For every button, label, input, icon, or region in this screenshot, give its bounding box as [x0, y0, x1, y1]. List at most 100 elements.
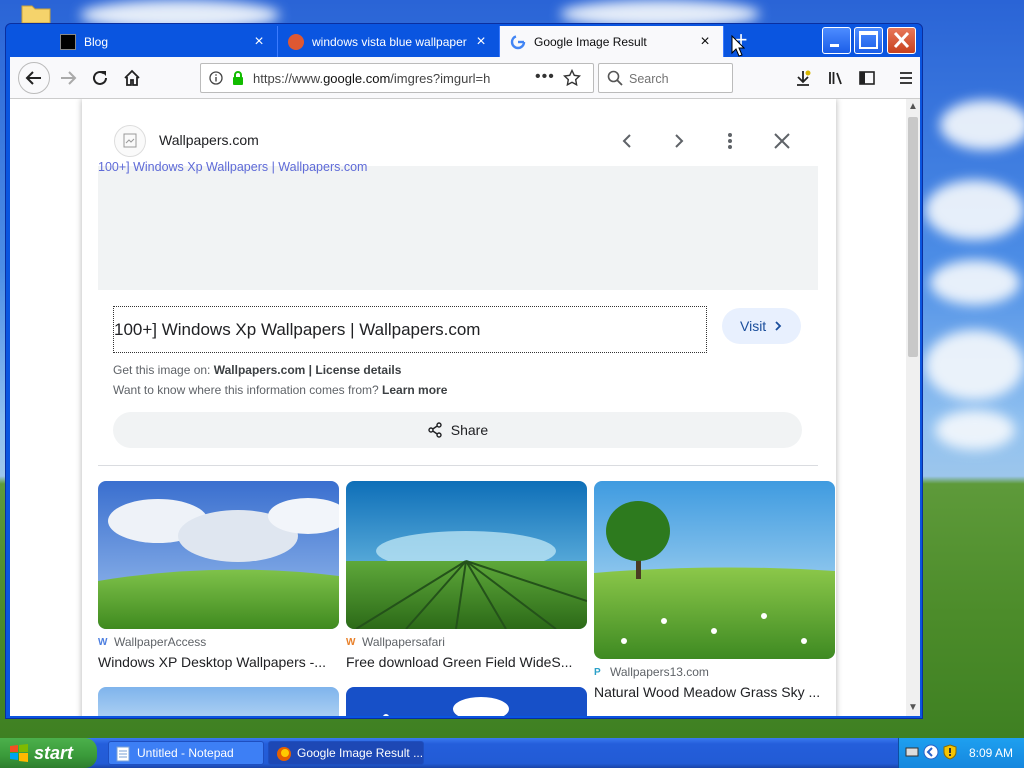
close-tab-icon[interactable]: × [697, 33, 713, 50]
related-image-thumbnail[interactable] [346, 687, 587, 716]
taskbar-item-label: Google Image Result ... [297, 746, 424, 760]
image-caption[interactable]: Windows XP Desktop Wallpapers -... [98, 654, 336, 670]
cloud [935, 410, 1015, 450]
image-caption[interactable]: Free download Green Field WideS... [346, 654, 584, 670]
home-button[interactable] [116, 62, 148, 94]
minimize-button[interactable] [822, 27, 851, 54]
wallpapers13-logo-icon: P [594, 666, 601, 678]
clock[interactable]: 8:09 AM [969, 746, 1013, 760]
license-details-link[interactable]: License details [315, 363, 401, 377]
image-preview[interactable]: 100+] Windows Xp Wallpapers | Wallpapers… [98, 160, 818, 290]
back-button[interactable] [18, 62, 50, 94]
image-source[interactable]: P Wallpapers13.com [594, 665, 835, 679]
related-image-thumbnail[interactable] [346, 481, 587, 629]
tab-wallpaper[interactable]: windows vista blue wallpaper at D × [278, 26, 500, 57]
blog-favicon-icon [60, 33, 76, 50]
vertical-scrollbar[interactable]: ▲ ▼ [906, 99, 920, 716]
google-favicon-icon [510, 34, 526, 50]
firefox-icon [277, 747, 291, 761]
tab-google-image-result[interactable]: Google Image Result × [500, 26, 724, 57]
search-icon [607, 70, 623, 89]
url-path: /imgres?imgurl=h [390, 71, 491, 86]
close-tab-icon[interactable]: × [473, 33, 489, 50]
start-button[interactable]: start [0, 738, 97, 768]
related-image-thumbnail[interactable] [594, 481, 835, 659]
browser-window: Blog × windows vista blue wallpaper at D… [5, 23, 923, 719]
security-shield-icon[interactable] [943, 744, 957, 763]
image-source-label: Wallpapersafari [362, 635, 445, 649]
url-text[interactable]: https://www.google.com/imgres?imgurl=h [253, 71, 503, 86]
next-image-button[interactable] [667, 129, 691, 153]
tab-label: Blog [84, 34, 109, 49]
scroll-up-arrow[interactable]: ▲ [908, 101, 918, 112]
search-input[interactable]: Search [598, 63, 733, 93]
related-image-card[interactable] [346, 687, 587, 716]
image-result-panel: Wallpapers.com 100+] Windows Xp Wallpape… [82, 99, 836, 716]
image-title[interactable]: 100+] Windows Xp Wallpapers | Wallpapers… [113, 306, 707, 353]
sidebar-icon[interactable] [851, 62, 883, 94]
taskbar: start Untitled - Notepad Google Image Re… [0, 738, 1024, 768]
visit-button[interactable]: Visit [722, 308, 801, 344]
search-placeholder: Search [629, 72, 669, 86]
scroll-down-arrow[interactable]: ▼ [908, 702, 918, 713]
tab-label: windows vista blue wallpaper at D [312, 34, 467, 49]
page-content: Wallpapers.com 100+] Windows Xp Wallpape… [10, 99, 906, 716]
divider [98, 465, 818, 466]
reload-button[interactable] [84, 62, 116, 94]
site-name[interactable]: Wallpapers.com [159, 132, 259, 148]
close-tab-icon[interactable]: × [251, 33, 267, 50]
info-prefix: Want to know where this information come… [113, 383, 379, 397]
tray-expand-icon[interactable] [923, 744, 939, 763]
preview-alt-text: 100+] Windows Xp Wallpapers | Wallpapers… [98, 160, 368, 174]
info-line: Want to know where this information come… [113, 383, 447, 397]
info-icon[interactable] [209, 71, 223, 90]
downloads-icon[interactable] [787, 62, 819, 94]
get-image-site-link[interactable]: Wallpapers.com [214, 363, 306, 377]
image-source-label: WallpaperAccess [114, 635, 207, 649]
library-icon[interactable] [820, 62, 852, 94]
system-tray: 8:09 AM [898, 738, 1024, 768]
previous-image-button[interactable] [615, 129, 639, 153]
desktop-folder-icon[interactable] [20, 0, 52, 24]
taskbar-item-notepad[interactable]: Untitled - Notepad [108, 741, 264, 765]
close-panel-button[interactable] [770, 129, 794, 153]
site-favicon-icon [114, 125, 146, 157]
related-image-thumbnail[interactable] [98, 481, 339, 629]
related-image-thumbnail[interactable] [98, 687, 339, 716]
windows-logo-icon [10, 744, 28, 762]
image-source-label: Wallpapers13.com [610, 665, 709, 679]
page-actions-icon[interactable]: ••• [535, 68, 555, 86]
tab-bar: Blog × windows vista blue wallpaper at D… [6, 24, 922, 57]
image-source[interactable]: W Wallpapersafari [346, 635, 587, 649]
forward-button[interactable] [52, 62, 84, 94]
related-image-card[interactable]: W WallpaperAccess Windows XP Desktop Wall… [98, 481, 339, 670]
keyboard-icon[interactable] [905, 746, 919, 761]
get-image-line: Get this image on: Wallpapers.com | Lice… [113, 363, 401, 377]
wallpaperaccess-logo-icon: W [98, 636, 108, 648]
image-caption[interactable]: Natural Wood Meadow Grass Sky ... [594, 684, 832, 700]
share-button[interactable]: Share [113, 412, 802, 448]
maximize-button[interactable] [854, 27, 883, 54]
learn-more-link[interactable]: Learn more [382, 383, 447, 397]
share-icon [428, 422, 442, 438]
notepad-icon [116, 746, 130, 762]
url-prefix: https://www. [253, 71, 324, 86]
navigation-toolbar: https://www.google.com/imgres?imgurl=h •… [10, 57, 920, 99]
taskbar-item-browser[interactable]: Google Image Result ... [268, 741, 424, 765]
related-image-card[interactable]: P Wallpapers13.com Natural Wood Meadow Gr… [594, 481, 835, 700]
scroll-thumb[interactable] [908, 117, 918, 357]
related-image-card[interactable]: W Wallpapersafari Free download Green Fie… [346, 481, 587, 670]
share-label: Share [450, 422, 489, 438]
more-options-icon[interactable] [718, 129, 742, 153]
url-domain: google.com [323, 71, 391, 86]
lock-icon [231, 70, 245, 91]
tab-blog[interactable]: Blog × [50, 26, 278, 57]
menu-icon[interactable] [890, 62, 922, 94]
url-bar[interactable]: https://www.google.com/imgres?imgurl=h •… [200, 63, 594, 93]
related-image-card[interactable] [98, 687, 339, 716]
close-window-button[interactable] [887, 27, 916, 54]
wallpapersafari-logo-icon: W [346, 636, 356, 648]
bookmark-star-icon[interactable] [562, 68, 582, 92]
image-source[interactable]: W WallpaperAccess [98, 635, 339, 649]
duckduckgo-favicon-icon [288, 33, 304, 50]
